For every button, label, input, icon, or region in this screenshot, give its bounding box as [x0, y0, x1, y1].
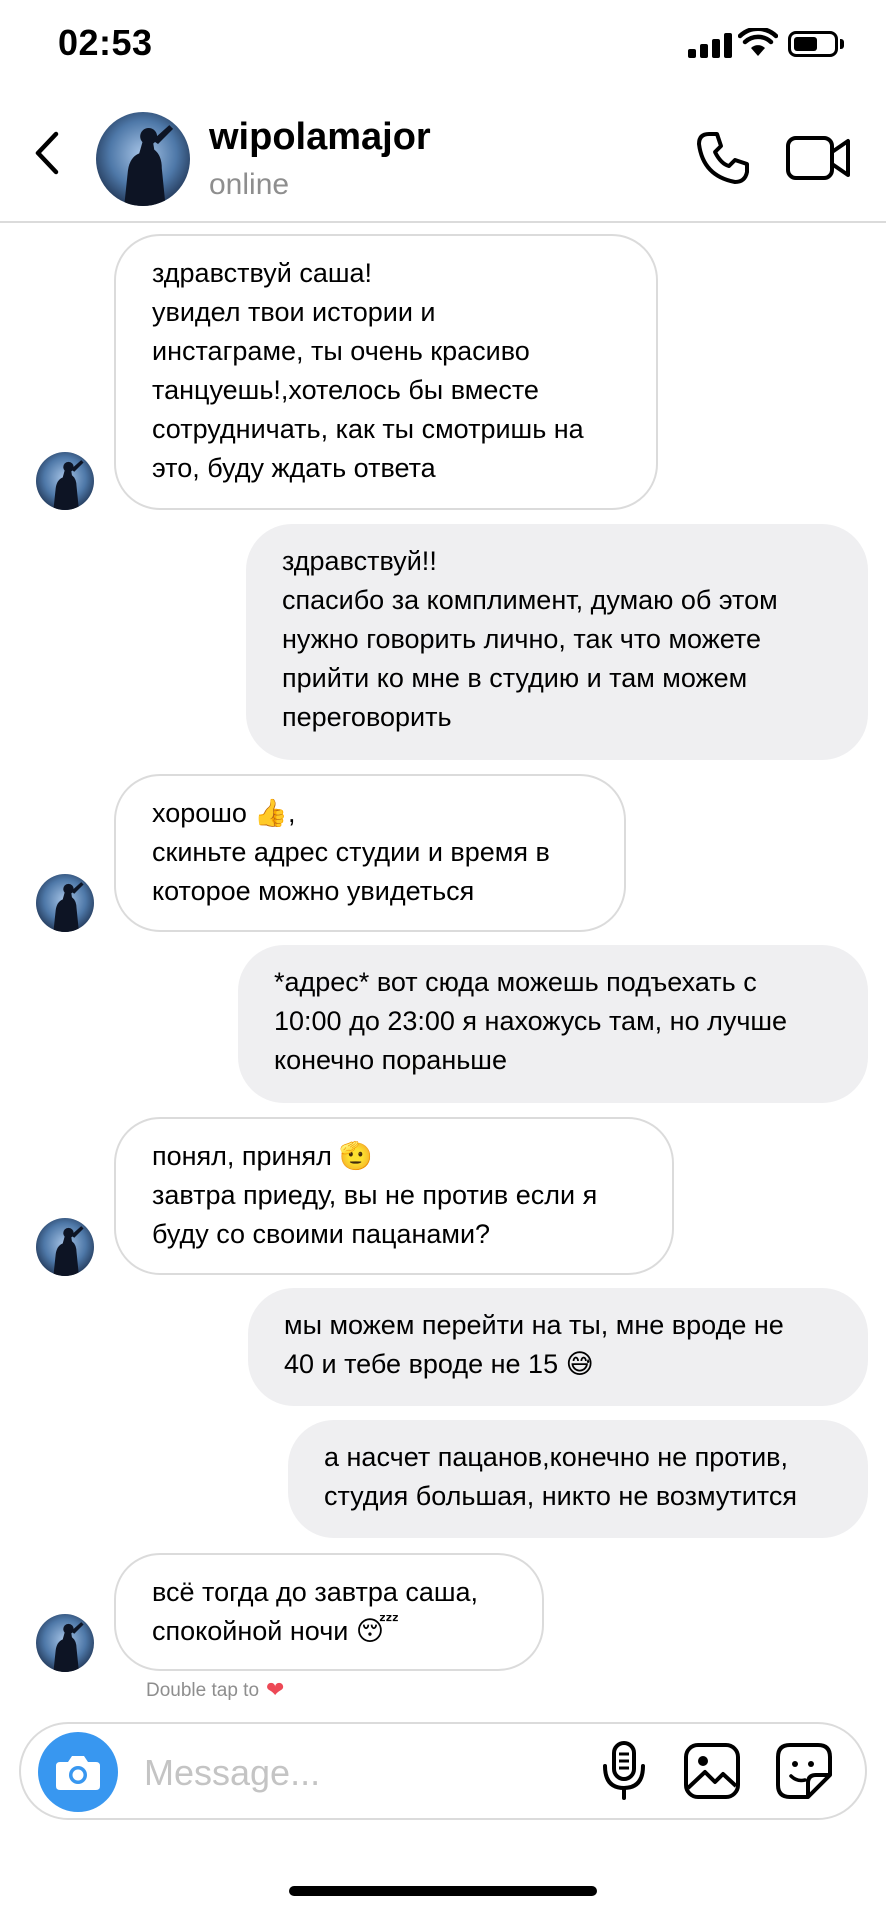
outgoing-message[interactable]: *адрес* вот сюда можешь подъехать с 10:0…	[238, 945, 868, 1103]
camera-button[interactable]	[38, 1732, 118, 1812]
battery-tip	[840, 39, 844, 49]
incoming-message[interactable]: здравствуй саша! увидел твои истории и и…	[114, 234, 658, 510]
microphone-icon[interactable]	[598, 1740, 650, 1802]
outgoing-message[interactable]: здравствуй!! спасибо за комплимент, дума…	[246, 524, 868, 760]
presence-status: online	[209, 168, 290, 201]
wifi-icon	[738, 28, 778, 56]
back-chevron-icon[interactable]	[30, 130, 64, 176]
incoming-message[interactable]: всё тогда до завтра саша, спокойной ночи…	[114, 1553, 544, 1671]
home-indicator	[289, 1886, 597, 1896]
phone-icon[interactable]	[695, 130, 751, 186]
video-camera-icon[interactable]	[785, 135, 851, 181]
incoming-message[interactable]: хорошо 👍, скиньте адрес студии и время в…	[114, 774, 626, 932]
sender-avatar[interactable]	[36, 1218, 94, 1276]
avatar[interactable]	[96, 112, 190, 206]
sender-avatar[interactable]	[36, 1614, 94, 1672]
header-divider	[0, 221, 886, 223]
outgoing-message[interactable]: а насчет пацанов,конечно не против, студ…	[288, 1420, 868, 1538]
camera-icon	[56, 1756, 100, 1790]
gallery-icon[interactable]	[683, 1742, 741, 1800]
chat-username[interactable]: wipolamajor	[209, 116, 431, 159]
battery-icon	[788, 31, 838, 57]
sender-avatar[interactable]	[36, 452, 94, 510]
heart-icon: ❤	[266, 1677, 285, 1702]
sticker-icon[interactable]	[775, 1742, 833, 1800]
double-tap-hint: Double tap to	[146, 1680, 260, 1701]
message-input[interactable]	[142, 1748, 576, 1798]
status-time: 02:53	[58, 22, 153, 63]
incoming-message[interactable]: понял, принял 🫡 завтра приеду, вы не про…	[114, 1117, 674, 1275]
sender-avatar[interactable]	[36, 874, 94, 932]
cellular-signal-icon	[688, 32, 732, 58]
outgoing-message[interactable]: мы можем перейти на ты, мне вроде не 40 …	[248, 1288, 868, 1406]
